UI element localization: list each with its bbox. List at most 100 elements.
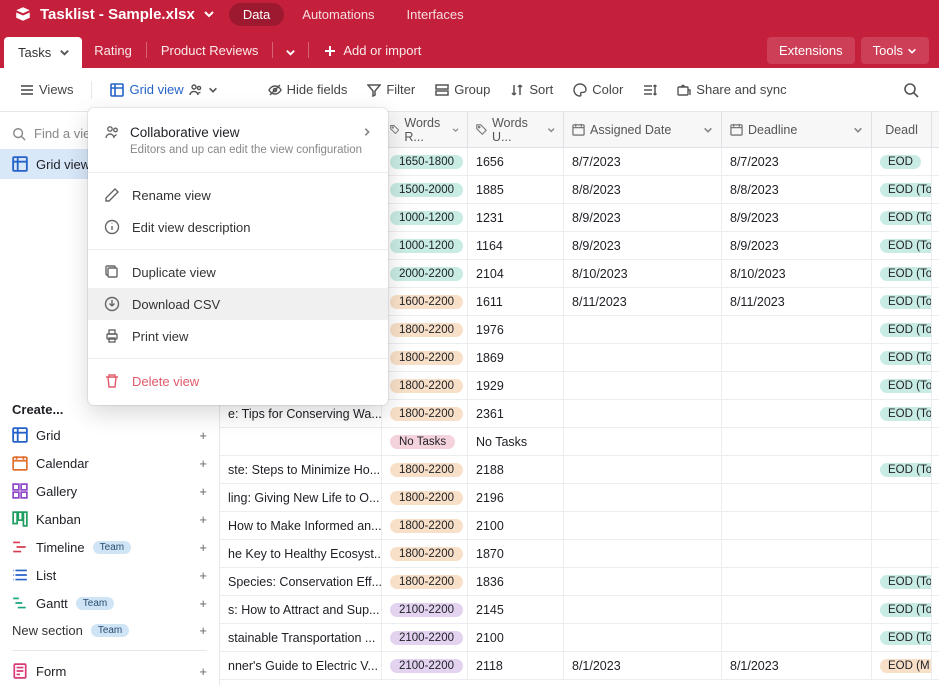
- cell-assigned[interactable]: [564, 484, 722, 511]
- cell-deadline[interactable]: [722, 400, 872, 427]
- cell-assigned[interactable]: [564, 372, 722, 399]
- cell-assigned[interactable]: [564, 568, 722, 595]
- cell-deadline[interactable]: 8/7/2023: [722, 148, 872, 175]
- cell-deadline[interactable]: [722, 624, 872, 651]
- cell-words-used[interactable]: 1164: [468, 232, 564, 259]
- cell-assigned[interactable]: 8/1/2023: [564, 652, 722, 679]
- cell-deadline-time[interactable]: EOD (To: [872, 288, 932, 315]
- menu-collaborative-view[interactable]: Collaborative view: [88, 116, 388, 144]
- filter-button[interactable]: Filter: [361, 78, 421, 101]
- cell-deadline-time[interactable]: EOD (To: [872, 568, 932, 595]
- cell-words-req[interactable]: 1600-2200: [382, 288, 468, 315]
- cell-words-used[interactable]: 1869: [468, 344, 564, 371]
- tab-tasks[interactable]: Tasks: [4, 37, 82, 68]
- cell-assigned[interactable]: 8/9/2023: [564, 232, 722, 259]
- cell-title[interactable]: Species: Conservation Eff...: [220, 568, 382, 595]
- cell-words-used[interactable]: 1836: [468, 568, 564, 595]
- table-row[interactable]: No TasksNo Tasks: [220, 428, 939, 456]
- cell-deadline[interactable]: 8/8/2023: [722, 176, 872, 203]
- cell-deadline-time[interactable]: EOD (To: [872, 456, 932, 483]
- cell-words-used[interactable]: 2104: [468, 260, 564, 287]
- cell-words-used[interactable]: 2361: [468, 400, 564, 427]
- cell-title[interactable]: ling: Giving New Life to O...: [220, 484, 382, 511]
- tab-caret-more[interactable]: [275, 37, 306, 68]
- menu-edit-description[interactable]: Edit view description: [88, 211, 388, 243]
- cell-deadline[interactable]: [722, 540, 872, 567]
- table-row[interactable]: s: How to Attract and Sup...2100-2200214…: [220, 596, 939, 624]
- cell-words-req[interactable]: 1000-1200: [382, 204, 468, 231]
- cell-assigned[interactable]: [564, 400, 722, 427]
- create-list[interactable]: List+: [0, 561, 219, 589]
- table-row[interactable]: stainable Transportation ...2100-2200210…: [220, 624, 939, 652]
- cell-deadline-time[interactable]: EOD (To: [872, 204, 932, 231]
- cell-deadline[interactable]: 8/9/2023: [722, 204, 872, 231]
- cell-words-req[interactable]: 1800-2200: [382, 456, 468, 483]
- cell-words-req[interactable]: 1800-2200: [382, 316, 468, 343]
- cell-words-used[interactable]: 2118: [468, 652, 564, 679]
- cell-words-used[interactable]: 2100: [468, 512, 564, 539]
- cell-deadline-time[interactable]: EOD: [872, 148, 932, 175]
- cell-words-req[interactable]: 1800-2200: [382, 512, 468, 539]
- views-toggle[interactable]: Views: [14, 78, 79, 101]
- table-row[interactable]: Species: Conservation Eff...1800-2200183…: [220, 568, 939, 596]
- cell-words-req[interactable]: 2100-2200: [382, 624, 468, 651]
- cell-words-used[interactable]: 2145: [468, 596, 564, 623]
- hide-fields-button[interactable]: Hide fields: [262, 78, 354, 101]
- cell-title[interactable]: [220, 428, 382, 455]
- cell-title[interactable]: s: How to Attract and Sup...: [220, 596, 382, 623]
- cell-assigned[interactable]: [564, 624, 722, 651]
- cell-words-req[interactable]: 2100-2200: [382, 652, 468, 679]
- cell-deadline[interactable]: 8/9/2023: [722, 232, 872, 259]
- nav-automations[interactable]: Automations: [288, 3, 388, 26]
- cell-words-used[interactable]: 2188: [468, 456, 564, 483]
- search-button[interactable]: [897, 76, 925, 104]
- cell-deadline-time[interactable]: EOD (To: [872, 596, 932, 623]
- tab-rating[interactable]: Rating: [82, 33, 144, 68]
- nav-interfaces[interactable]: Interfaces: [393, 3, 478, 26]
- color-button[interactable]: Color: [567, 78, 629, 101]
- cell-words-used[interactable]: No Tasks: [468, 428, 564, 455]
- create-section[interactable]: New section Team +: [0, 617, 219, 644]
- cell-assigned[interactable]: [564, 428, 722, 455]
- base-title[interactable]: Tasklist - Sample.xlsx: [40, 6, 195, 23]
- cell-deadline-time[interactable]: EOD (To: [872, 316, 932, 343]
- create-gallery[interactable]: Gallery+: [0, 477, 219, 505]
- cell-words-used[interactable]: 2100: [468, 624, 564, 651]
- column-words-used[interactable]: Words U...: [468, 112, 564, 147]
- sort-button[interactable]: Sort: [504, 78, 559, 101]
- cell-words-req[interactable]: 1500-2000: [382, 176, 468, 203]
- cell-title[interactable]: ste: Steps to Minimize Ho...: [220, 456, 382, 483]
- cell-deadline[interactable]: [722, 596, 872, 623]
- table-row[interactable]: nner's Guide to Electric V...2100-220021…: [220, 652, 939, 680]
- cell-deadline-time[interactable]: EOD (To: [872, 232, 932, 259]
- cell-deadline[interactable]: [722, 372, 872, 399]
- group-button[interactable]: Group: [429, 78, 496, 101]
- cell-words-used[interactable]: 1656: [468, 148, 564, 175]
- cell-assigned[interactable]: 8/11/2023: [564, 288, 722, 315]
- cell-words-used[interactable]: 1929: [468, 372, 564, 399]
- cell-deadline[interactable]: [722, 512, 872, 539]
- create-grid[interactable]: Grid+: [0, 421, 219, 449]
- create-gantt[interactable]: Gantt Team +: [0, 589, 219, 617]
- cell-words-used[interactable]: 2196: [468, 484, 564, 511]
- cell-deadline-time[interactable]: EOD (To: [872, 176, 932, 203]
- cell-words-req[interactable]: 2000-2200: [382, 260, 468, 287]
- cell-words-used[interactable]: 1885: [468, 176, 564, 203]
- cell-words-used[interactable]: 1611: [468, 288, 564, 315]
- cell-deadline[interactable]: [722, 344, 872, 371]
- cell-deadline-time[interactable]: EOD (To: [872, 624, 932, 651]
- cell-deadline[interactable]: [722, 316, 872, 343]
- grid-view-dropdown[interactable]: Grid view: [104, 78, 223, 101]
- cell-deadline-time[interactable]: [872, 484, 932, 511]
- create-timeline[interactable]: Timeline Team +: [0, 533, 219, 561]
- cell-title[interactable]: How to Make Informed an...: [220, 512, 382, 539]
- cell-deadline[interactable]: 8/10/2023: [722, 260, 872, 287]
- tools-button[interactable]: Tools: [861, 37, 929, 64]
- cell-title[interactable]: stainable Transportation ...: [220, 624, 382, 651]
- table-row[interactable]: How to Make Informed an...1800-22002100: [220, 512, 939, 540]
- cell-assigned[interactable]: [564, 456, 722, 483]
- cell-deadline[interactable]: [722, 568, 872, 595]
- cell-assigned[interactable]: 8/8/2023: [564, 176, 722, 203]
- cell-deadline-time[interactable]: [872, 540, 932, 567]
- cell-words-req[interactable]: 1800-2200: [382, 372, 468, 399]
